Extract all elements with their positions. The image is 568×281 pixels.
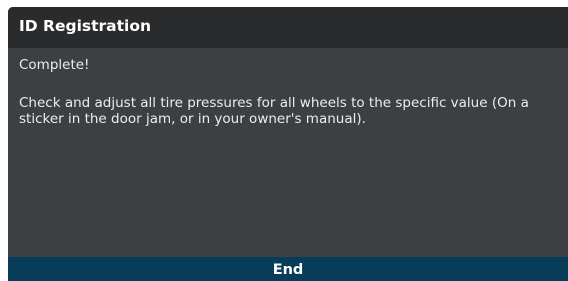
instruction-text: Check and adjust all tire pressures for … [19, 95, 529, 127]
dialog-title: ID Registration [19, 17, 152, 35]
status-text: Complete! [19, 57, 90, 73]
end-button[interactable]: End [8, 257, 568, 281]
id-registration-dialog: ID Registration Complete! Check and adju… [8, 7, 568, 281]
dialog-body: Complete! Check and adjust all tire pres… [19, 57, 564, 127]
dialog-title-bar: ID Registration [8, 7, 568, 48]
